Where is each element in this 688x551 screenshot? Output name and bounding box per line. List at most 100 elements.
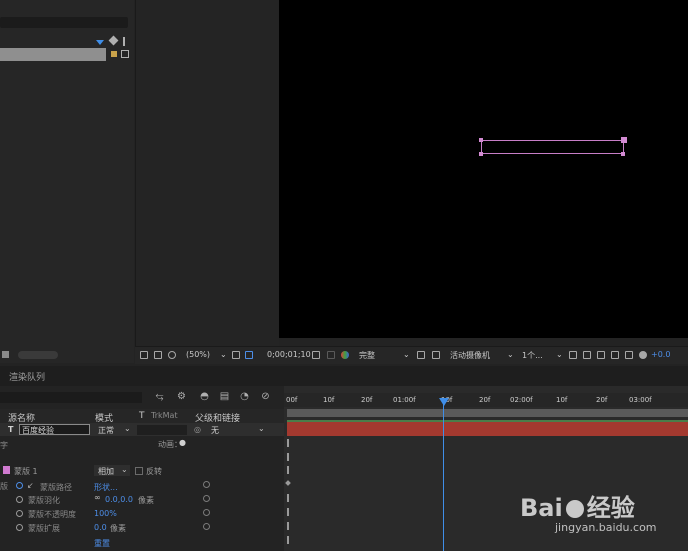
- views-select[interactable]: 1个...: [522, 350, 543, 361]
- flowchart-icon[interactable]: [625, 351, 633, 359]
- zoom-chevron-icon[interactable]: ⌄: [220, 350, 227, 359]
- ruler-tick-label: 02:00f: [510, 396, 533, 404]
- reset-link[interactable]: 重置: [94, 538, 110, 549]
- settings-icon[interactable]: [123, 37, 132, 46]
- stopwatch-icon[interactable]: [16, 496, 23, 503]
- mode-chevron-icon[interactable]: ⌄: [124, 424, 131, 433]
- mask-mode-chevron-icon[interactable]: ⌄: [121, 465, 128, 474]
- mask-name[interactable]: 蒙版 1: [14, 466, 38, 477]
- trash-icon[interactable]: [2, 351, 9, 358]
- playhead-handle[interactable]: [439, 398, 449, 406]
- stopwatch-icon[interactable]: [16, 510, 23, 517]
- motion-blur-icon[interactable]: ◔: [239, 391, 250, 402]
- shy-layers-icon[interactable]: ◓: [199, 391, 210, 402]
- keyframe-marker[interactable]: [287, 508, 289, 516]
- render-queue-tab[interactable]: 渲染队列: [0, 366, 688, 386]
- expression-spiral-icon[interactable]: [203, 509, 210, 516]
- fit-icon[interactable]: [232, 351, 240, 359]
- timeline-search-input[interactable]: [0, 392, 142, 403]
- mask-visibility-icon[interactable]: [168, 351, 176, 359]
- watermark-logo: Bai 经验: [520, 494, 635, 522]
- mask-opacity-value[interactable]: 100%: [94, 509, 117, 518]
- mask-expansion-value[interactable]: 0.0: [94, 523, 107, 532]
- grid-toggle-icon[interactable]: [569, 351, 577, 359]
- project-item-selected[interactable]: [0, 48, 106, 61]
- ruler-tick-label: 03:00f: [629, 396, 652, 404]
- resolution-chevron-icon[interactable]: ⌄: [403, 350, 410, 359]
- zoom-select[interactable]: (50%): [186, 350, 210, 359]
- link-icon[interactable]: ∞: [94, 493, 101, 502]
- camera-snapshot-icon[interactable]: [312, 351, 320, 359]
- parent-select[interactable]: 无: [211, 425, 219, 436]
- paw-icon: [565, 500, 584, 518]
- mask-path-value[interactable]: 形状...: [94, 482, 118, 493]
- playhead-line[interactable]: [443, 398, 444, 551]
- graph-icon[interactable]: ↙: [27, 481, 34, 490]
- timecode-display[interactable]: 0;00;01;10: [267, 350, 311, 359]
- layer-duration-bar[interactable]: [287, 422, 688, 436]
- mask-expansion-unit: 像素: [110, 524, 126, 533]
- camera-select[interactable]: 活动摄像机: [450, 350, 490, 361]
- folder-icon[interactable]: [111, 51, 117, 57]
- mask-mode-select[interactable]: 相加: [98, 466, 114, 477]
- mask-handle-top-right[interactable]: [621, 137, 627, 143]
- frame-blending-icon[interactable]: ▤: [219, 391, 230, 402]
- exposure-value[interactable]: +0.0: [651, 350, 670, 359]
- region-icon[interactable]: [417, 351, 425, 359]
- work-area-bar[interactable]: [287, 409, 688, 417]
- keyframe-marker[interactable]: [287, 466, 289, 474]
- inverted-checkbox[interactable]: [135, 467, 143, 475]
- stopwatch-icon[interactable]: [16, 524, 23, 531]
- timeline-icon[interactable]: [611, 351, 619, 359]
- expression-spiral-icon[interactable]: [203, 481, 210, 488]
- parent-pickwhip-icon[interactable]: ◎: [194, 425, 201, 434]
- keyframe-marker[interactable]: [287, 453, 289, 461]
- monitor-icon[interactable]: [154, 351, 162, 359]
- graph-editor-icon[interactable]: ⊘: [260, 391, 271, 402]
- text-layer-type-icon: T: [8, 425, 14, 434]
- mask-path-rectangle[interactable]: [481, 140, 624, 154]
- stopwatch-icon[interactable]: [16, 482, 23, 489]
- composition-viewer[interactable]: [279, 0, 688, 338]
- parent-chevron-icon[interactable]: ⌄: [258, 424, 265, 433]
- camera-chevron-icon[interactable]: ⌄: [507, 350, 514, 359]
- keyframe-marker[interactable]: [287, 522, 289, 530]
- expression-spiral-icon[interactable]: [203, 495, 210, 502]
- transparency-grid-icon[interactable]: [432, 351, 440, 359]
- trkmat-box[interactable]: [137, 425, 187, 435]
- fast-preview-icon[interactable]: [597, 351, 605, 359]
- 3d-view-icon[interactable]: [583, 351, 591, 359]
- color-channel-icon[interactable]: [341, 351, 349, 359]
- watermark-url: jingyan.baidu.com: [555, 521, 657, 534]
- text-group-label: 字: [0, 441, 8, 450]
- always-preview-icon[interactable]: [140, 351, 148, 359]
- views-chevron-icon[interactable]: ⌄: [556, 350, 563, 359]
- mask-feather-unit: 像素: [138, 496, 154, 505]
- layer-mode-select[interactable]: 正常: [98, 425, 114, 436]
- draft-3d-icon[interactable]: ⥃: [154, 391, 165, 402]
- effects-panel: [135, 0, 279, 346]
- show-snapshot-icon[interactable]: [327, 351, 335, 359]
- mask-handle-bottom-right[interactable]: [621, 152, 625, 156]
- project-scrollbar[interactable]: [18, 351, 58, 359]
- expression-spiral-icon[interactable]: [203, 523, 210, 530]
- layer-name[interactable]: 百度经验: [22, 425, 54, 436]
- mask-color-swatch[interactable]: [3, 466, 10, 474]
- animate-add-icon[interactable]: ●: [179, 438, 186, 447]
- project-search-input[interactable]: [0, 17, 128, 28]
- exposure-reset-icon[interactable]: [639, 351, 647, 359]
- keyframe-marker[interactable]: [287, 536, 289, 544]
- region-of-interest-icon[interactable]: [245, 351, 253, 359]
- col-trkmat[interactable]: TrkMat: [151, 411, 178, 420]
- resolution-select[interactable]: 完整: [359, 350, 375, 361]
- dropdown-arrow-icon[interactable]: [96, 40, 104, 45]
- ruler-tick-label: 10f: [323, 396, 335, 404]
- flowchart-icon[interactable]: [121, 50, 129, 58]
- comp-flowchart-icon[interactable]: ⚙: [176, 391, 187, 402]
- keyframe-marker[interactable]: [287, 439, 289, 447]
- mask-feather-value[interactable]: 0.0,0.0: [105, 495, 133, 504]
- mask-handle-bottom-left[interactable]: [479, 152, 483, 156]
- keyframe-marker[interactable]: [287, 494, 289, 502]
- mask-handle-top-left[interactable]: [479, 138, 483, 142]
- col-t[interactable]: T: [139, 411, 145, 421]
